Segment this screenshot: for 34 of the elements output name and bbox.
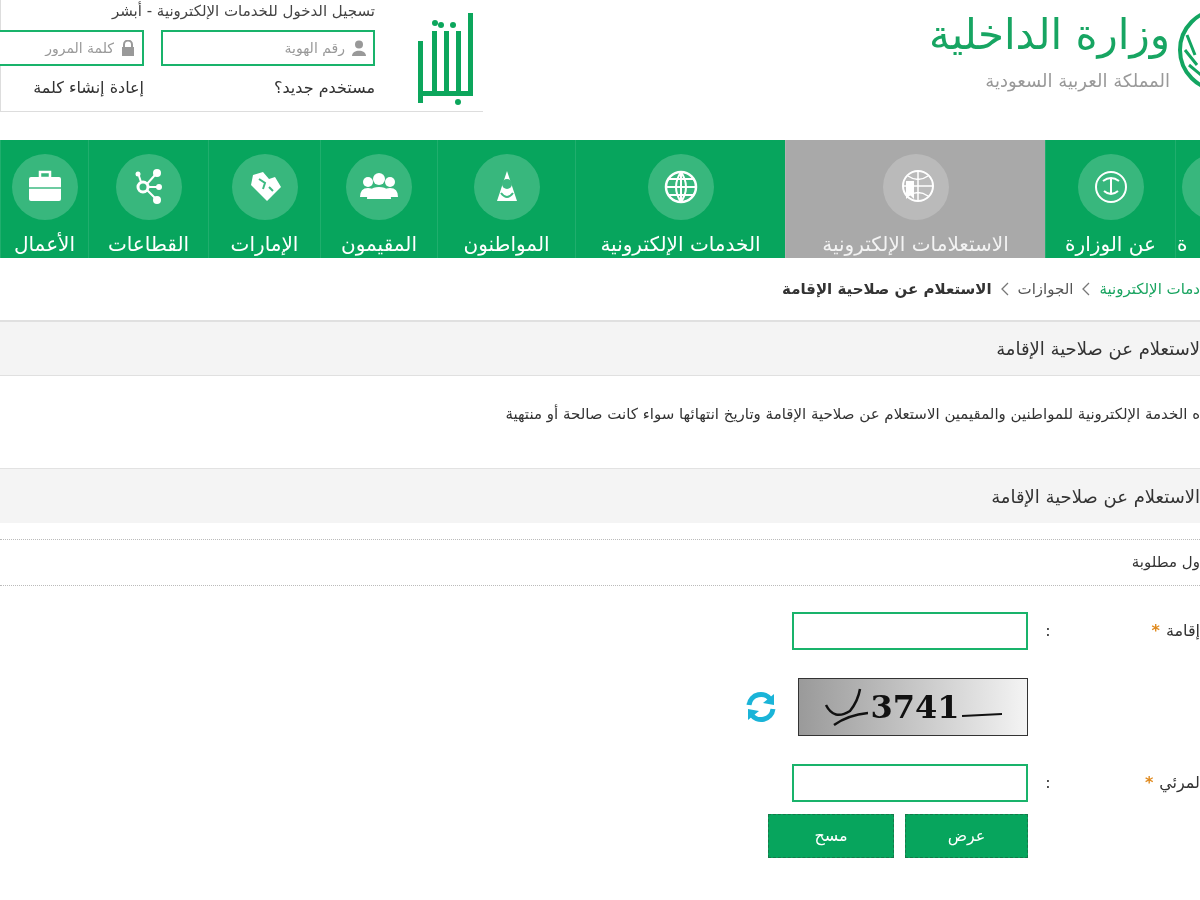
required-note: ول مطلوبة bbox=[1131, 552, 1200, 574]
breadcrumb-link[interactable]: الجوازات bbox=[1017, 277, 1074, 301]
chevron-icon bbox=[999, 282, 1010, 296]
captcha-text: 3741 bbox=[870, 687, 960, 728]
new-user-link[interactable]: مستخدم جديد؟ bbox=[144, 76, 375, 100]
login-title: تسجيل الدخول للخدمات الإلكترونية - أبشر bbox=[110, 0, 375, 20]
form-title: الاستعلام عن صلاحية الإقامة bbox=[991, 484, 1200, 510]
nav-tab[interactable]: ة bbox=[1175, 140, 1200, 258]
form-button[interactable]: عرض bbox=[905, 814, 1028, 858]
text-input[interactable] bbox=[792, 612, 1028, 650]
colon-separator: : bbox=[1044, 620, 1052, 642]
chevron-icon bbox=[1081, 282, 1092, 296]
ministry-name: وزارة الداخلية bbox=[928, 9, 1170, 61]
lock-icon bbox=[121, 40, 135, 56]
form-button[interactable]: مسح bbox=[768, 814, 894, 858]
country-name: المملكة العربية السعودية bbox=[984, 69, 1170, 94]
breadcrumb-current: الاستعلام عن صلاحية الإقامة bbox=[782, 278, 992, 300]
service-description: ه الخدمة الإلكترونية للمواطنين والمقيمين الاستعلام عن صلاحية الإقامة وتاريخ انتهائها سواء كانت صالحة أو منتهية bbox=[505, 403, 1200, 426]
nav-tab[interactable]: الاستعلامات الإلكترونية bbox=[785, 140, 1045, 258]
page-title: لاستعلام عن صلاحية الإقامة bbox=[996, 337, 1200, 362]
id-field[interactable]: رقم الهوية bbox=[161, 30, 375, 66]
scribble-line-drawing bbox=[961, 713, 1002, 717]
required-mark: * bbox=[1151, 620, 1160, 642]
field-label: إقامة bbox=[1165, 620, 1200, 642]
scribble-drawing bbox=[824, 687, 869, 727]
user-icon bbox=[352, 40, 366, 56]
text-input[interactable] bbox=[792, 764, 1028, 802]
refresh-icon[interactable] bbox=[744, 690, 778, 724]
reset-password-link[interactable]: إعادة إنشاء كلمة bbox=[33, 76, 144, 100]
field-label: لمرئي bbox=[1159, 772, 1200, 795]
password-field[interactable]: كلمة المرور bbox=[0, 30, 144, 66]
breadcrumb-link[interactable]: دمات الإلكترونية bbox=[1099, 277, 1200, 301]
required-mark: * bbox=[1144, 772, 1154, 794]
colon-separator: : bbox=[1044, 772, 1052, 794]
